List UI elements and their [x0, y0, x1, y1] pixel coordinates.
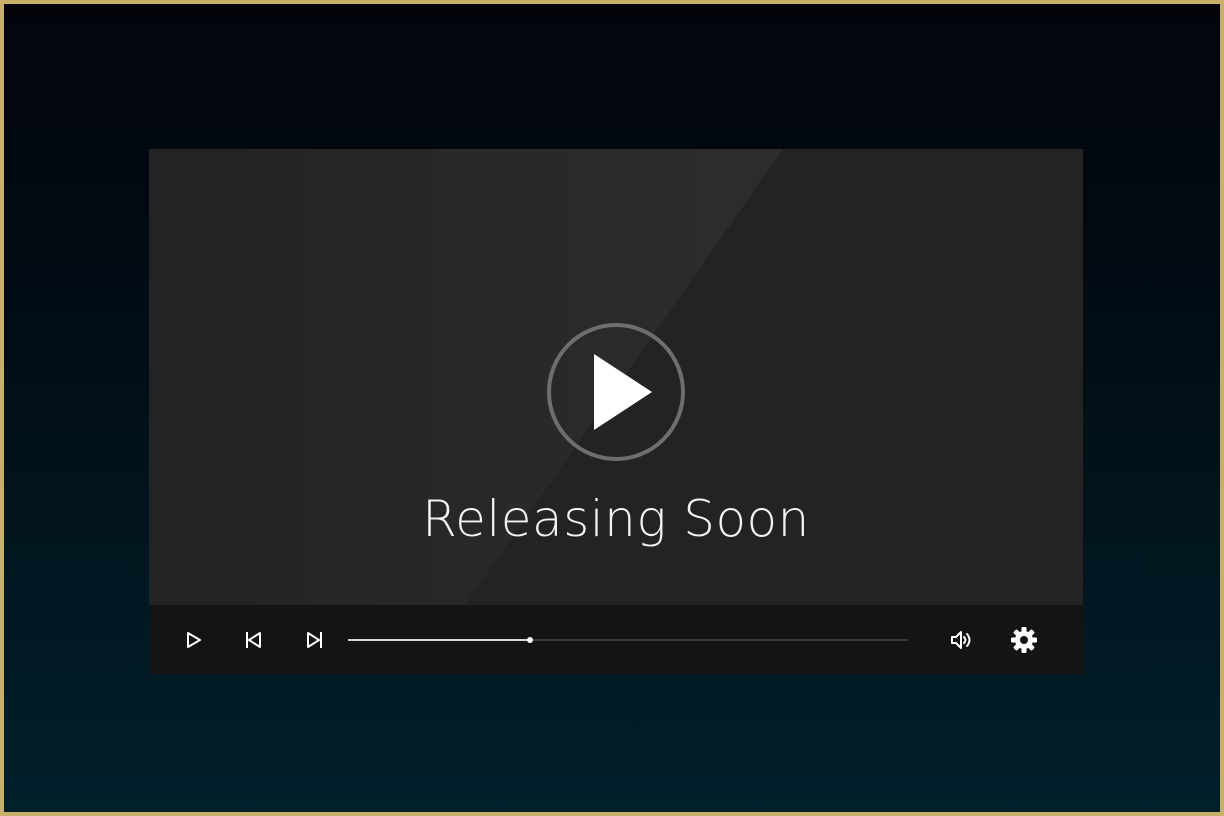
progress-handle[interactable]	[527, 637, 533, 643]
video-player: Releasing Soon	[149, 149, 1083, 674]
volume-icon[interactable]	[948, 627, 974, 653]
skip-next-icon[interactable]	[301, 627, 327, 653]
progress-fill	[348, 639, 530, 641]
release-title: Releasing Soon	[422, 490, 810, 548]
play-triangle-icon	[594, 354, 652, 430]
skip-previous-icon[interactable]	[241, 627, 267, 653]
progress-bar[interactable]	[348, 637, 908, 643]
control-bar	[149, 605, 1083, 674]
big-play-button[interactable]	[546, 322, 686, 462]
gear-icon[interactable]	[1009, 625, 1039, 655]
background-frame: Releasing Soon	[0, 0, 1224, 816]
video-screen[interactable]: Releasing Soon	[149, 149, 1083, 605]
play-icon[interactable]	[180, 627, 206, 653]
